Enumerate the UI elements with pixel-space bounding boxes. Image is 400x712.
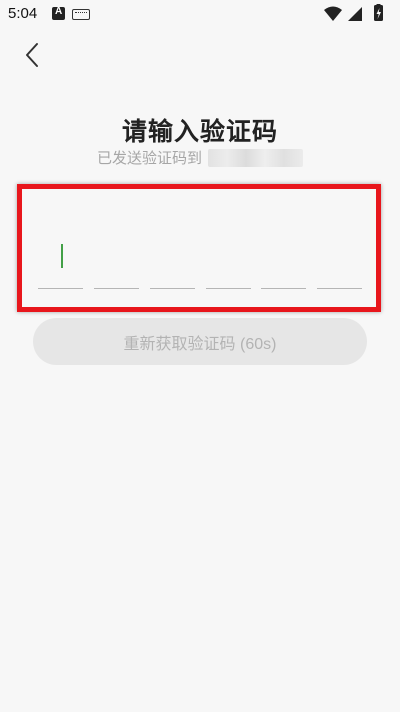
code-slot-4[interactable] (206, 240, 251, 289)
subtitle-row: 已发送验证码到 (0, 147, 400, 168)
page-title: 请输入验证码 (121, 117, 278, 146)
status-icons-svg (324, 4, 383, 21)
status-icons (322, 4, 392, 24)
signal-icon (348, 7, 362, 21)
code-slot-3[interactable] (150, 240, 195, 289)
wifi-icon (324, 6, 342, 21)
code-slot-5[interactable] (261, 240, 306, 289)
keyboard-icon (72, 9, 90, 20)
subtitle-text: 已发送验证码到 (96, 149, 202, 167)
text-cursor (61, 244, 63, 268)
resend-code-button[interactable]: 重新获取验证码 (60s) (33, 318, 367, 365)
code-slot-2[interactable] (94, 240, 139, 289)
a-app-icon (52, 6, 65, 20)
masked-phone-number (208, 148, 303, 167)
code-slot-6[interactable] (317, 240, 362, 289)
back-button[interactable] (18, 40, 48, 70)
code-input[interactable] (38, 240, 362, 290)
status-bar: 5:04 (0, 0, 400, 28)
status-time: 5:04 (8, 5, 38, 22)
battery-charging-icon (374, 4, 383, 21)
chevron-left-icon (26, 43, 38, 67)
